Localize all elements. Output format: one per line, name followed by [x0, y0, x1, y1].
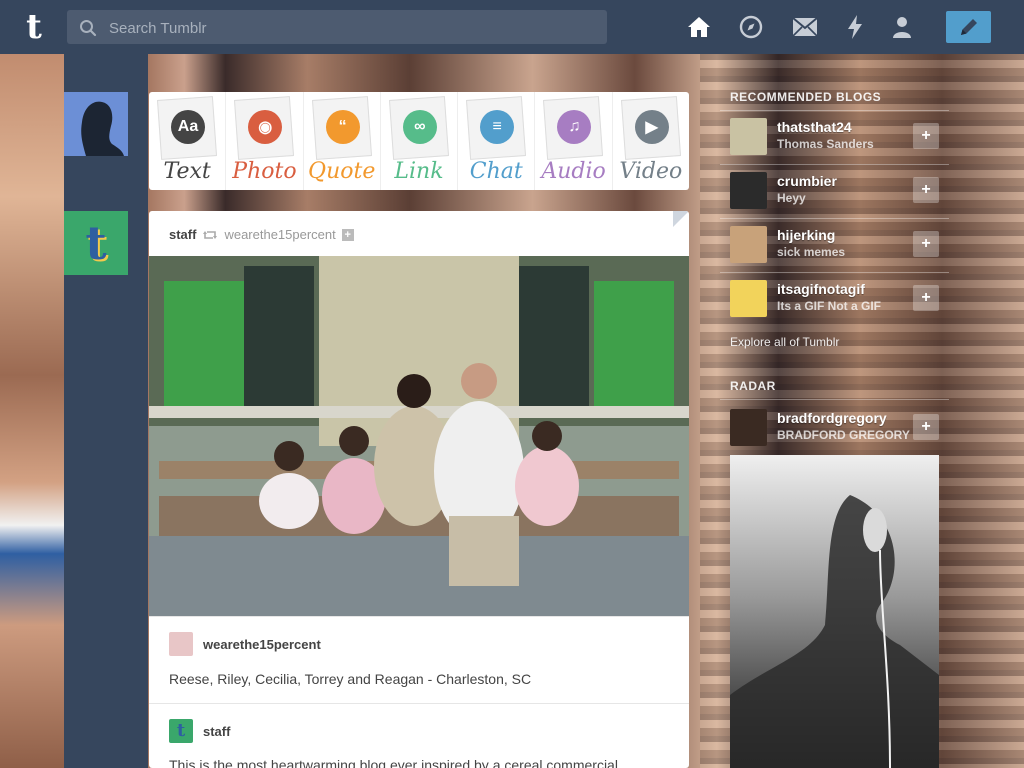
post-type-label: Audio [541, 159, 606, 184]
sidebar-divider [720, 399, 949, 400]
blog-avatar[interactable] [730, 280, 767, 317]
source-avatar[interactable] [169, 632, 193, 656]
family-photo [149, 256, 689, 616]
video-icon: ▶ [634, 110, 669, 144]
post-type-text[interactable]: Aa Text [149, 92, 227, 190]
follow-plus-icon[interactable]: + [341, 228, 354, 241]
post-header: staff wearethe15percent + [169, 227, 354, 242]
radar-avatar[interactable] [730, 409, 767, 446]
staff-thumb[interactable]: t [169, 719, 193, 743]
search-icon [80, 20, 97, 37]
recommended-blog[interactable]: crumbier Heyy + [720, 164, 949, 218]
recommended-blog[interactable]: thatsthat24 Thomas Sanders + [720, 110, 949, 164]
blog-avatar[interactable] [730, 226, 767, 263]
blog-title: Heyy [777, 191, 806, 205]
post-divider [149, 616, 689, 617]
search-input[interactable] [107, 10, 591, 46]
top-navigation-bar: t [0, 0, 1024, 54]
source-username[interactable]: wearethe15percent [203, 637, 321, 652]
chat-icon: ≡ [480, 110, 515, 144]
post-type-label: Text [163, 159, 211, 184]
recommended-heading: RECOMMENDED BLOGS [730, 90, 882, 104]
reblog-icon [203, 230, 218, 239]
reblogged-from[interactable]: wearethe15percent [224, 227, 335, 242]
post-author[interactable]: staff [169, 227, 196, 242]
radar-blog-name[interactable]: bradfordgregory [777, 410, 887, 426]
follow-button[interactable]: + [913, 285, 939, 311]
blog-title: sick memes [777, 245, 846, 259]
lightning-icon[interactable] [842, 14, 868, 40]
blog-name[interactable]: itsagifnotagif [777, 281, 865, 297]
pencil-icon [960, 19, 977, 35]
staff-avatar[interactable]: t [64, 211, 128, 275]
post-type-label: Photo [232, 159, 297, 184]
blog-title: Its a GIF Not a GIF [777, 299, 882, 313]
blog-title: Thomas Sanders [777, 137, 874, 151]
avatar-column [64, 54, 148, 768]
follow-button[interactable]: + [913, 123, 939, 149]
reblog-username[interactable]: staff [203, 724, 230, 739]
blog-name[interactable]: thatsthat24 [777, 119, 852, 135]
follow-button[interactable]: + [913, 177, 939, 203]
home-icon[interactable] [686, 14, 712, 40]
radar-blog[interactable]: bradfordgregory BRADFORD GREGORY + [720, 401, 949, 455]
quote-icon: “ [325, 110, 360, 144]
post-type-label: Chat [469, 159, 523, 184]
blog-name[interactable]: hijerking [777, 227, 835, 243]
link-icon: ∞ [402, 110, 437, 144]
radar-photo [730, 455, 939, 768]
blog-avatar[interactable] [730, 172, 767, 209]
post-type-photo[interactable]: ◉ Photo [226, 92, 304, 190]
radar-heading: RADAR [730, 379, 776, 393]
tumblr-logo[interactable]: t [16, 7, 52, 47]
text-icon: Aa [171, 110, 205, 144]
recommended-blog[interactable]: itsagifnotagif Its a GIF Not a GIF + [720, 272, 949, 326]
envelope-icon[interactable] [792, 14, 818, 40]
compose-button[interactable] [946, 11, 991, 43]
post-type-label: Quote [308, 159, 376, 184]
blog-name[interactable]: crumbier [777, 173, 837, 189]
radar-post-image[interactable] [730, 455, 939, 768]
silhouette-icon [64, 92, 128, 156]
post-type-quote[interactable]: “ Quote [304, 92, 381, 190]
blog-avatar[interactable] [730, 118, 767, 155]
follow-button[interactable]: + [913, 414, 939, 440]
post-type-bar: Aa Text ◉ Photo “ Quote ∞ Link ≡ Chat ♫ Audio ▶ Video [149, 92, 689, 190]
explore-link[interactable]: Explore all of Tumblr [730, 335, 839, 349]
source-caption: Reese, Riley, Cecilia, Torrey and Reagan… [169, 671, 532, 687]
post-type-chat[interactable]: ≡ Chat [458, 92, 536, 190]
tumblr-t-icon: t [85, 216, 107, 270]
post-type-label: Link [394, 159, 444, 184]
reblog-caption: This is the most heartwarming blog ever … [169, 757, 622, 768]
post-type-video[interactable]: ▶ Video [613, 92, 689, 190]
source-row: wearethe15percent [169, 632, 321, 656]
background-image-left [0, 54, 64, 768]
user-avatar[interactable] [64, 92, 128, 156]
reblog-row: t staff [169, 719, 230, 743]
person-icon[interactable] [889, 14, 915, 40]
search-box[interactable] [67, 10, 607, 46]
post-type-audio[interactable]: ♫ Audio [535, 92, 613, 190]
recommended-blog[interactable]: hijerking sick memes + [720, 218, 949, 272]
post-divider [149, 703, 689, 704]
dashboard-post: staff wearethe15percent + wearethe15perc… [149, 211, 689, 768]
compass-icon[interactable] [738, 14, 764, 40]
post-type-label: Video [619, 159, 683, 184]
post-fold-corner [673, 211, 689, 227]
post-type-link[interactable]: ∞ Link [381, 92, 459, 190]
follow-button[interactable]: + [913, 231, 939, 257]
radar-blog-title: BRADFORD GREGORY [777, 428, 910, 442]
post-photo[interactable] [149, 256, 689, 616]
